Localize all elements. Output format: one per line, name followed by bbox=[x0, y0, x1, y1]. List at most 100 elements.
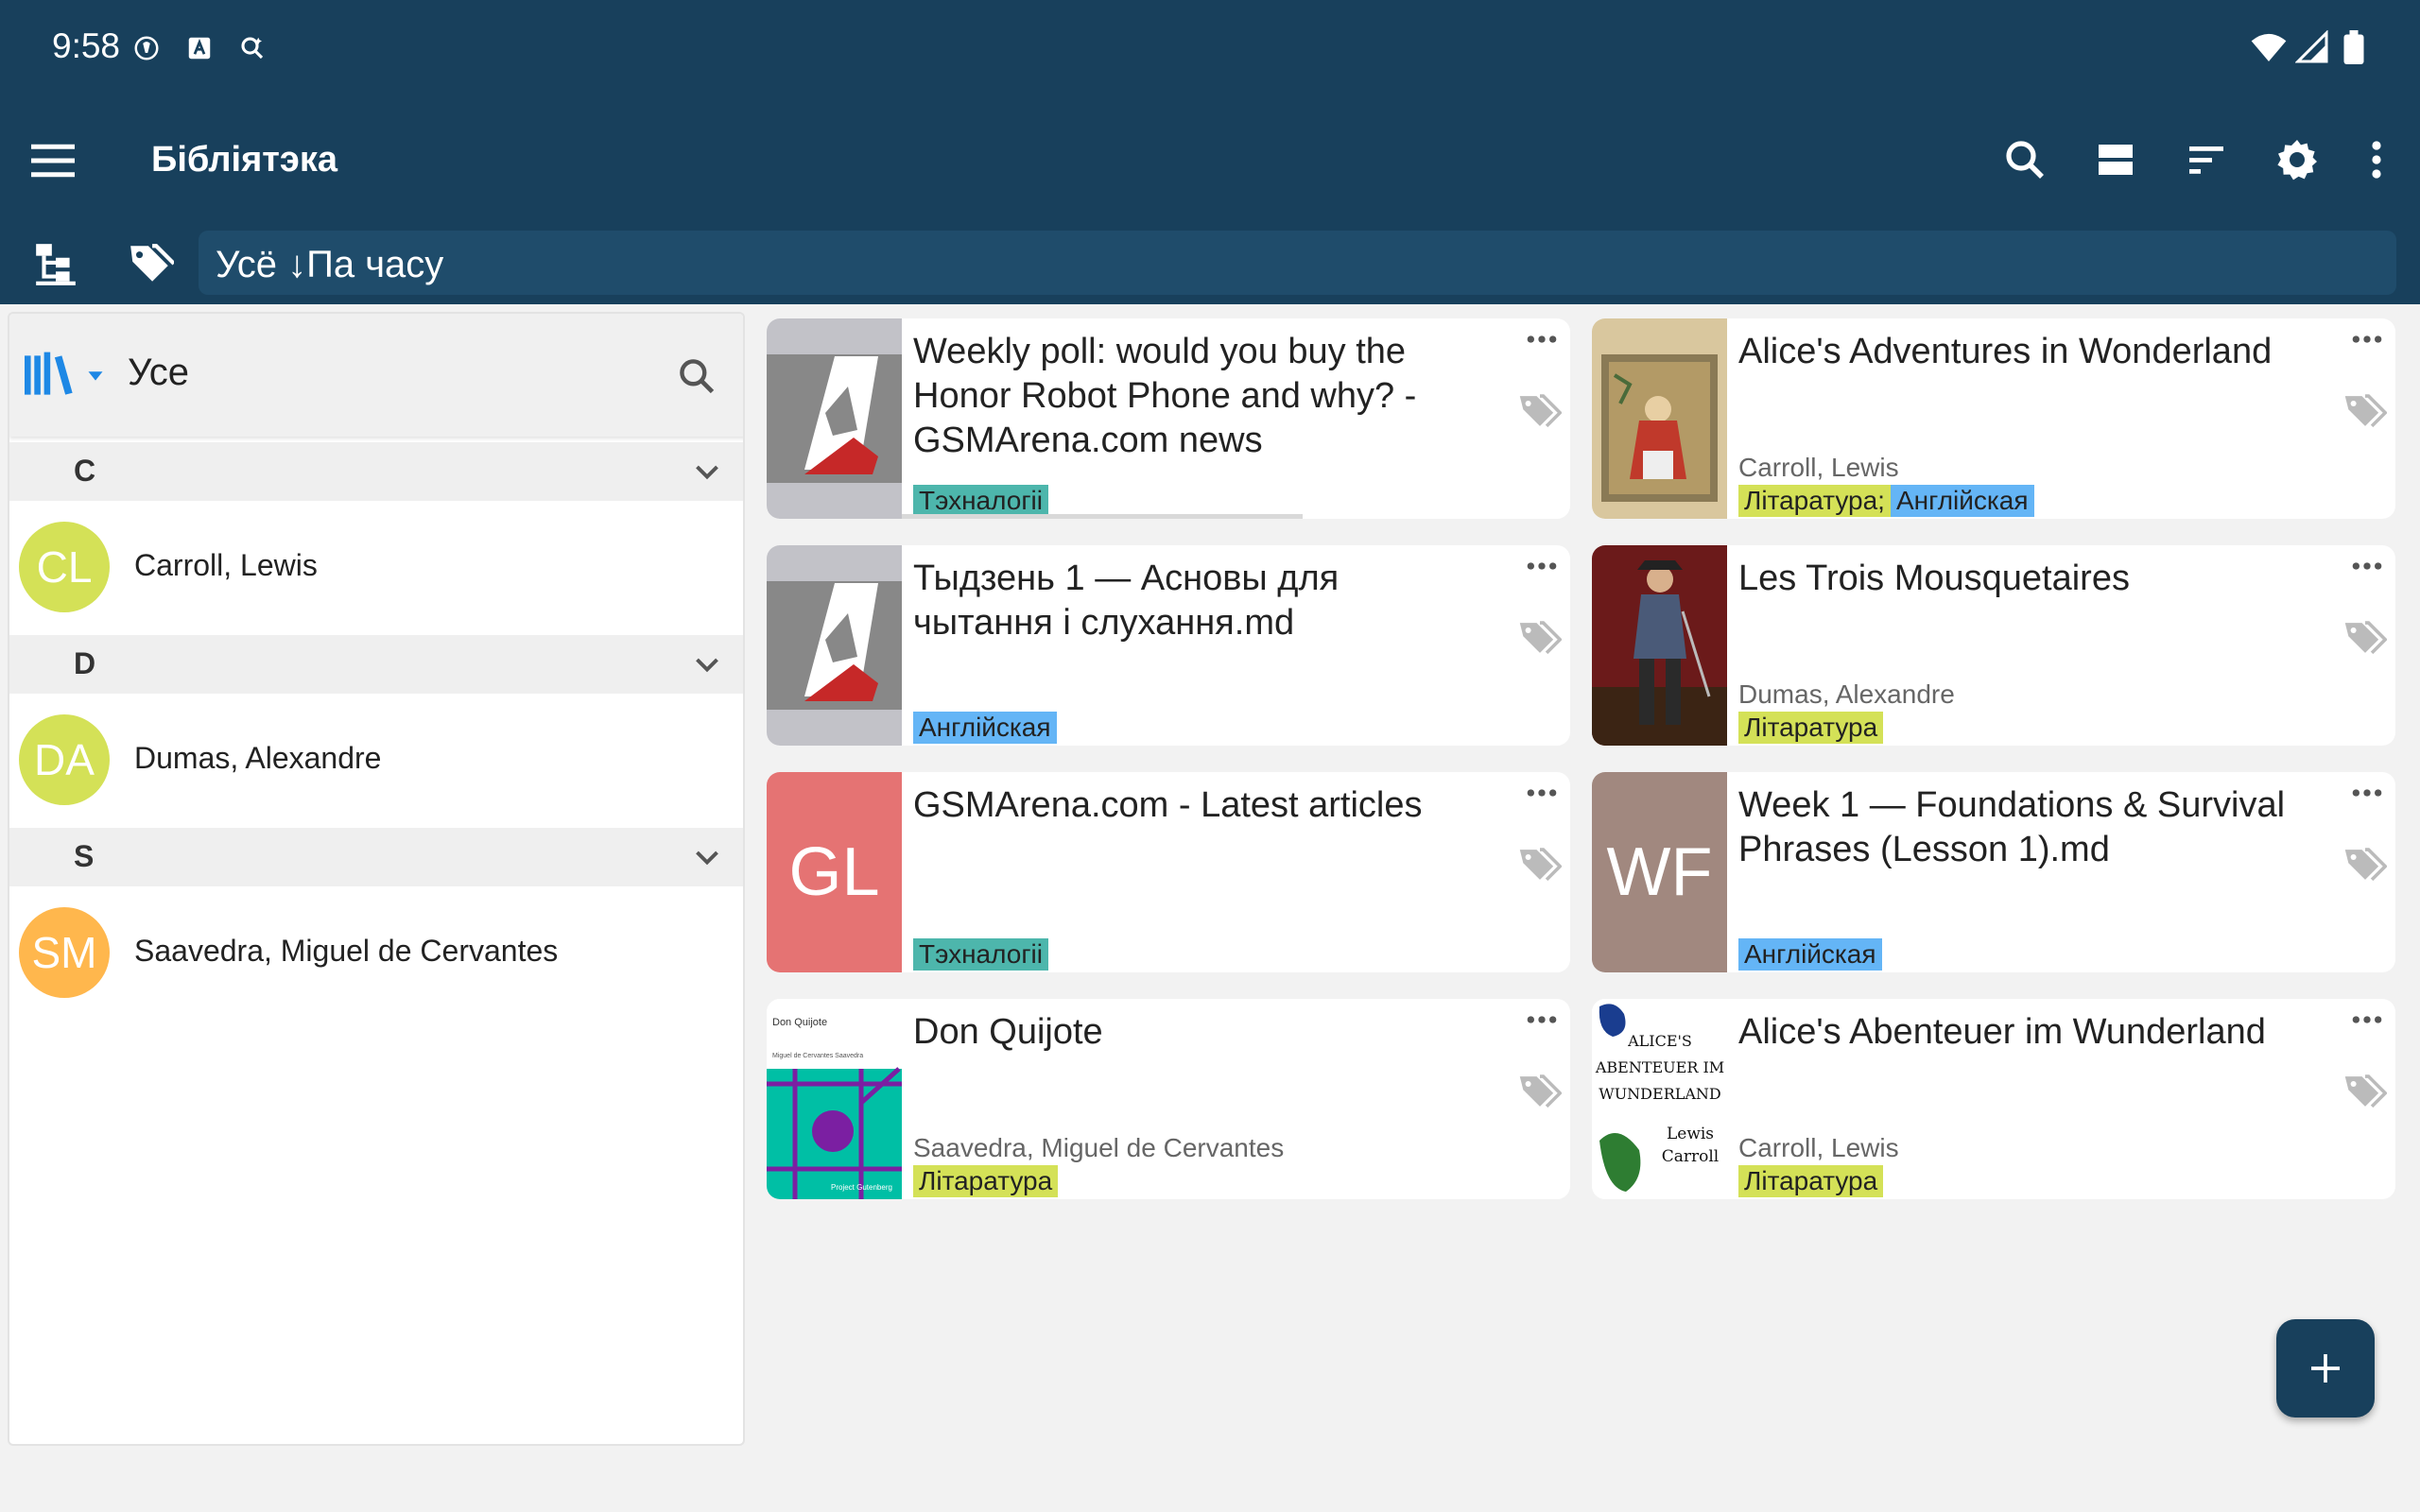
tag-icon[interactable] bbox=[2343, 392, 2387, 430]
cover-line: ALICE'S bbox=[1627, 1032, 1692, 1050]
more-horizontal-icon[interactable] bbox=[1523, 1008, 1561, 1031]
tag-chip: Англійская bbox=[913, 712, 1057, 744]
section-letter: D bbox=[74, 646, 96, 680]
book-card[interactable]: WF Week 1 — Foundations & Survival Phras… bbox=[1592, 772, 2395, 972]
tag-chip: Літаратура bbox=[1738, 1165, 1884, 1197]
tag-list: Літаратура bbox=[913, 1165, 1059, 1197]
book-author: Saavedra, Miguel de Cervantes bbox=[913, 1133, 1285, 1162]
book-title: Alice's Adventures in Wonderland bbox=[1738, 332, 2273, 371]
book-title: Week 1 — Foundations & Survival Phrases … bbox=[1738, 785, 2286, 869]
book-card[interactable]: Тыдзень 1 — Асновы для чытання і слуханн… bbox=[767, 545, 1570, 746]
tag-chip: Англійская bbox=[1738, 938, 1882, 971]
book-title: Don Quijote bbox=[913, 1012, 1103, 1052]
cover-line: Carroll bbox=[1662, 1147, 1720, 1166]
hierarchy-icon[interactable] bbox=[32, 240, 79, 287]
top-bar: 9:58 Бібліятэка Усё ↓Па часу bbox=[0, 0, 2420, 304]
library-title: Усе bbox=[128, 352, 189, 393]
book-card[interactable]: Alice's Adventures in Wonderland Carroll… bbox=[1592, 318, 2395, 519]
cover-line: Lewis bbox=[1667, 1125, 1714, 1143]
book-title: Weekly poll: would you buy the Honor Rob… bbox=[913, 332, 1417, 460]
cover-line: WUNDERLAND bbox=[1599, 1085, 1721, 1103]
chevron-down-icon[interactable] bbox=[690, 455, 724, 490]
book-card[interactable]: GL GSMArena.com - Latest articles Тэхнал… bbox=[767, 772, 1570, 972]
more-horizontal-icon[interactable] bbox=[1523, 782, 1561, 804]
tag-chip: Тэхналогіі bbox=[913, 485, 1048, 517]
tag-list: Літаратура bbox=[1738, 1165, 1884, 1197]
tag-chip: Літаратура bbox=[913, 1165, 1059, 1197]
tag-list: Англійская bbox=[913, 712, 1057, 744]
sort-icon[interactable] bbox=[2184, 137, 2229, 182]
author-item-saavedra[interactable]: SM Saavedra, Miguel de Cervantes bbox=[9, 886, 743, 1019]
book-title: Les Trois Mousquetaires bbox=[1738, 558, 2130, 598]
initials-thumbnail: WF bbox=[1592, 772, 1727, 972]
tag-list: Літаратура; Англійская bbox=[1738, 485, 2034, 517]
initials-thumbnail: GL bbox=[767, 772, 902, 972]
cover-title: Don Quijote bbox=[772, 1017, 827, 1028]
tag-list: Тэхналогіі bbox=[913, 485, 1048, 517]
overflow-menu-icon[interactable] bbox=[2354, 137, 2399, 182]
avatar: SM bbox=[19, 907, 110, 998]
more-horizontal-icon[interactable] bbox=[2348, 555, 2386, 577]
more-horizontal-icon[interactable] bbox=[1523, 555, 1561, 577]
section-header-c[interactable]: C bbox=[9, 442, 743, 501]
more-horizontal-icon[interactable] bbox=[2348, 782, 2386, 804]
filter-query-field[interactable]: Усё ↓Па часу bbox=[199, 231, 2396, 295]
tag-icon[interactable] bbox=[1518, 846, 1562, 884]
plus-icon bbox=[2311, 1354, 2340, 1383]
status-bar: 9:58 bbox=[0, 0, 2420, 94]
alice-cover-thumbnail bbox=[1592, 318, 1727, 519]
book-card[interactable]: Weekly poll: would you buy the Honor Rob… bbox=[767, 318, 1570, 519]
cellular-signal-icon bbox=[2295, 30, 2328, 63]
tag-list: Тэхналогіі bbox=[913, 938, 1048, 971]
chevron-down-icon[interactable] bbox=[690, 841, 724, 875]
book-card[interactable]: ALICE'S ABENTEUER IM WUNDERLAND Lewis Ca… bbox=[1592, 999, 2395, 1199]
tag-icon[interactable] bbox=[1518, 619, 1562, 657]
author-item-carroll[interactable]: CL Carroll, Lewis bbox=[9, 501, 743, 633]
book-author: Carroll, Lewis bbox=[1738, 1133, 1899, 1162]
chevron-down-icon[interactable] bbox=[690, 648, 724, 682]
book-title: Alice's Abenteuer im Wunderland bbox=[1738, 1012, 2266, 1052]
alice-abenteuer-cover-thumbnail: ALICE'S ABENTEUER IM WUNDERLAND Lewis Ca… bbox=[1592, 999, 1727, 1199]
authors-panel: Усе C CL Carroll, Lewis D DA Dumas, Alex… bbox=[8, 312, 745, 1446]
book-card[interactable]: Don Quijote Miguel de Cervantes Saavedra… bbox=[767, 999, 1570, 1199]
more-horizontal-icon[interactable] bbox=[2348, 328, 2386, 351]
more-horizontal-icon[interactable] bbox=[2348, 1008, 2386, 1031]
tag-chip: Англійская bbox=[1890, 485, 2034, 517]
battery-icon bbox=[2343, 30, 2364, 64]
tag-icon[interactable] bbox=[1518, 1073, 1562, 1110]
section-header-s[interactable]: S bbox=[9, 828, 743, 886]
book-card[interactable]: Les Trois Mousquetaires Dumas, Alexandre… bbox=[1592, 545, 2395, 746]
author-item-dumas[interactable]: DA Dumas, Alexandre bbox=[9, 694, 743, 826]
tag-chip: Літаратура bbox=[1738, 712, 1884, 744]
tags-icon[interactable] bbox=[127, 240, 174, 287]
app-bar: Бібліятэка bbox=[0, 94, 2420, 227]
tag-icon[interactable] bbox=[2343, 619, 2387, 657]
tag-icon[interactable] bbox=[2343, 846, 2387, 884]
cover-publisher: Project Gutenberg bbox=[831, 1183, 892, 1192]
translate-notification-icon bbox=[188, 37, 211, 60]
book-title: GSMArena.com - Latest articles bbox=[913, 785, 1423, 825]
gsmarena-logo-thumbnail bbox=[767, 318, 902, 519]
add-book-button[interactable] bbox=[2276, 1319, 2375, 1418]
search-icon[interactable] bbox=[2002, 137, 2048, 182]
musketeer-painting-thumbnail bbox=[1592, 545, 1727, 746]
book-author: Carroll, Lewis bbox=[1738, 453, 1899, 482]
author-search-icon[interactable] bbox=[676, 355, 717, 397]
settings-icon[interactable] bbox=[2274, 137, 2320, 182]
gsmarena-logo-thumbnail bbox=[767, 545, 902, 746]
view-list-icon[interactable] bbox=[2093, 137, 2138, 182]
search-notification-icon bbox=[241, 37, 264, 60]
section-letter: S bbox=[74, 839, 95, 873]
tag-icon[interactable] bbox=[1518, 392, 1562, 430]
app-notification-icon bbox=[134, 36, 159, 60]
more-horizontal-icon[interactable] bbox=[1523, 328, 1561, 351]
tag-icon[interactable] bbox=[2343, 1073, 2387, 1110]
library-selector: Усе bbox=[9, 314, 743, 437]
menu-icon[interactable] bbox=[31, 144, 75, 178]
reading-progress-bar bbox=[902, 514, 1303, 519]
filter-query-text: Усё ↓Па часу bbox=[216, 244, 444, 285]
section-header-d[interactable]: D bbox=[9, 635, 743, 694]
author-name: Dumas, Alexandre bbox=[134, 741, 382, 775]
library-books-icon[interactable] bbox=[25, 352, 110, 399]
author-name: Saavedra, Miguel de Cervantes bbox=[134, 934, 559, 968]
